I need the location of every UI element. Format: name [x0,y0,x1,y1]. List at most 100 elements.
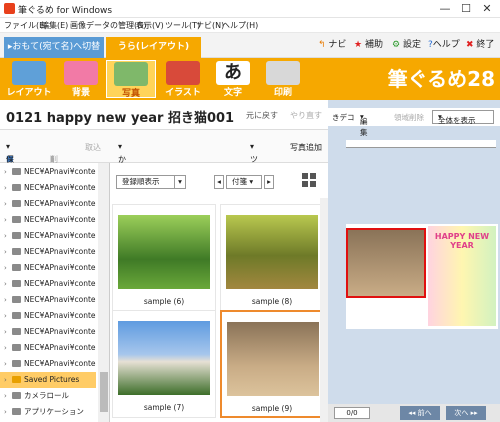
folder-item[interactable]: › NEC¥APnavi¥conten... [0,292,96,308]
photo-card[interactable]: sample (7) [112,310,216,418]
grid-view-icon[interactable] [302,173,316,187]
zoom-dropdown[interactable]: 全体を表示 ▾ [432,110,494,125]
folder-item[interactable]: › NEC¥APnavi¥conten... [0,356,96,372]
expand-arrow-icon[interactable]: › [4,276,7,292]
photo-toolbar: ■ 保存 ▾ ▮ 削除 取込 かんたんレイアウト ▾ ツール ▾ 写真追加 [0,130,328,252]
expand-arrow-icon[interactable]: › [4,260,7,276]
close-icon: ✖ [466,40,474,50]
help-button[interactable]: ?ヘルプ [428,38,460,52]
folder-item[interactable]: › アプリケーション [0,404,96,420]
prev-arrow-icon[interactable]: ◂ [214,175,224,189]
expand-arrow-icon[interactable]: › [4,404,7,420]
folder-item[interactable]: › NEC¥APnavi¥conten... [0,180,96,196]
placed-photo[interactable] [346,228,426,298]
minimize-button[interactable]: — [438,2,452,16]
folder-label: NEC¥APnavi¥conten... [24,279,96,288]
folder-item[interactable]: › NEC¥APnavi¥conten... [0,308,96,324]
folder-label: NEC¥APnavi¥conten... [24,167,96,176]
redo-button[interactable]: やり直す [290,110,322,121]
cat-print[interactable]: 印刷 [258,60,308,98]
folder-label: NEC¥APnavi¥conten... [24,263,96,272]
folder-item[interactable]: › NEC¥APnavi¥conten... [0,324,96,340]
cat-illust[interactable]: イラスト [158,60,208,98]
maximize-button[interactable]: ☐ [459,2,473,16]
folder-scrollbar-thumb[interactable] [100,372,108,412]
close-button[interactable]: ✕ [480,2,494,16]
menu-navi[interactable]: ナビ(N) [196,20,224,31]
expand-arrow-icon[interactable]: › [4,244,7,260]
menu-help[interactable]: ヘルプ(H) [222,20,258,31]
folder-item[interactable]: › NEC¥APnavi¥conten... [0,276,96,292]
grid-scrollbar[interactable] [320,198,328,422]
cat-photo[interactable]: 写真 [106,60,156,99]
folder-icon [12,200,21,207]
folder-label: NEC¥APnavi¥conten... [24,311,96,320]
folder-item[interactable]: › NEC¥APnavi¥conten... [0,260,96,276]
folder-item[interactable]: › NEC¥APnavi¥conten... [0,228,96,244]
photo-card[interactable]: sample (8) [220,204,324,312]
cat-text[interactable]: あ 文字 [208,60,258,98]
assist-button[interactable]: ★ 補助 [354,38,383,52]
folder-item[interactable]: › カメラロール [0,388,96,404]
postcard-canvas[interactable]: HAPPY NEW YEAR [346,224,498,329]
folder-label: Saved Pictures [24,375,80,384]
prev-page-button[interactable]: ◂◂ 前へ [400,406,440,420]
undo-button[interactable]: 元に戻す [246,110,278,121]
mode-bar: ▸おもて(宛て名)へ切替 うら(レイアウト) ↰ ナビ ★ 補助 ⚙ 設定 ?ヘ… [0,33,500,58]
expand-arrow-icon[interactable]: › [4,212,7,228]
photo-card-selected[interactable]: sample (9) [220,310,324,418]
folder-icon [12,376,21,383]
menu-view[interactable]: 表示(V) [136,20,164,31]
tools-button[interactable]: ツール ▾ [250,142,258,186]
menu-edit[interactable]: 編集(E) [41,20,68,31]
easy-layout-button[interactable]: かんたんレイアウト ▾ [118,142,126,252]
tab-front-address[interactable]: ▸おもて(宛て名)へ切替 [4,37,104,58]
settings-button[interactable]: ⚙ 設定 [392,38,421,52]
chevron-down-icon[interactable]: ▾ [174,175,186,189]
date-dropdown[interactable]: 付箋 ▾ [226,175,262,189]
tab-deco[interactable]: きデコ [332,112,355,123]
cat-background[interactable]: 背景 [56,60,106,98]
save-button[interactable]: ■ 保存 ▾ [6,142,14,175]
photo-card[interactable]: sample (6) [112,204,216,312]
expand-arrow-icon[interactable]: › [4,196,7,212]
menu-image-manage[interactable]: 画像データの管理(G) [70,20,146,31]
import-button[interactable]: 取込 [85,142,101,153]
next-page-button[interactable]: 次へ ▸▸ [446,406,486,420]
next-arrow-icon[interactable]: ▸ [264,175,274,189]
expand-arrow-icon[interactable]: › [4,340,7,356]
expand-arrow-icon[interactable]: › [4,356,7,372]
navi-button[interactable]: ↰ ナビ [318,38,346,52]
folder-icon [12,264,21,271]
tab-back-layout[interactable]: うら(レイアウト) [106,37,201,58]
folder-item[interactable]: › NEC¥APnavi¥conten... [0,164,96,180]
exit-button[interactable]: ✖ 終了 [466,38,494,52]
expand-arrow-icon[interactable]: › [4,372,7,388]
add-photo-button[interactable]: 写真追加 [290,142,322,153]
expand-arrow-icon[interactable]: › [4,388,7,404]
area-delete-button[interactable]: 領域削除 [394,112,424,123]
folder-label: NEC¥APnavi¥conten... [24,231,96,240]
folder-item[interactable]: › NEC¥APnavi¥conten... [0,340,96,356]
folder-item[interactable]: › Saved Pictures [0,372,96,388]
expand-arrow-icon[interactable]: › [4,228,7,244]
expand-arrow-icon[interactable]: › [4,164,7,180]
title-bar: 筆ぐるめ for Windows — ☐ ✕ [0,0,500,18]
folder-item[interactable]: › NEC¥APnavi¥conten... [0,212,96,228]
folder-icon [12,344,21,351]
document-title: 0121 happy new year 招き猫001 [6,111,235,126]
photo-icon [114,62,148,86]
photo-grid: sample (6) sample (8) sample (7) sample … [110,198,328,422]
expand-arrow-icon[interactable]: › [4,180,7,196]
folder-item[interactable]: › NEC¥APnavi¥conten... [0,244,96,260]
cat-layout[interactable]: レイアウト [4,60,54,98]
expand-arrow-icon[interactable]: › [4,324,7,340]
page-indicator: 0/0 [334,407,370,419]
photo-thumbnail [118,215,210,289]
menu-tools[interactable]: ツール(T) [165,20,200,31]
expand-arrow-icon[interactable]: › [4,292,7,308]
card-banner-text: HAPPY NEW YEAR [434,232,490,250]
edit-menu[interactable]: 編集 ▾ [360,112,368,137]
expand-arrow-icon[interactable]: › [4,308,7,324]
folder-item[interactable]: › NEC¥APnavi¥conten... [0,196,96,212]
